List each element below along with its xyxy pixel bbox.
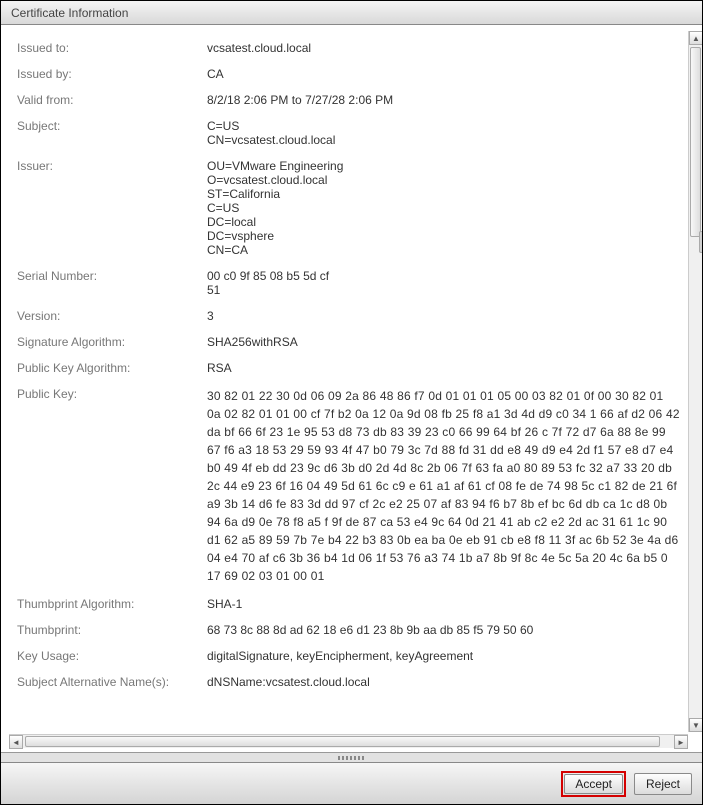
value-issuer: OU=VMware Engineering O=vcsatest.cloud.l… bbox=[207, 159, 680, 257]
row-issued-by: Issued by: CA bbox=[9, 61, 688, 87]
value-valid-from: 8/2/18 2:06 PM to 7/27/28 2:06 PM bbox=[207, 93, 680, 107]
label-subject: Subject: bbox=[17, 119, 207, 133]
row-issuer: Issuer: OU=VMware Engineering O=vcsatest… bbox=[9, 153, 688, 263]
value-serial: 00 c0 9f 85 08 b5 5d cf 51 bbox=[207, 269, 680, 297]
vertical-scroll-thumb[interactable] bbox=[690, 47, 701, 237]
label-sigalg: Signature Algorithm: bbox=[17, 335, 207, 349]
accept-highlight: Accept bbox=[561, 771, 626, 797]
label-issuer: Issuer: bbox=[17, 159, 207, 173]
resize-separator[interactable] bbox=[1, 752, 702, 762]
label-pkalg: Public Key Algorithm: bbox=[17, 361, 207, 375]
label-thumb: Thumbprint: bbox=[17, 623, 207, 637]
value-thumb: 68 73 8c 88 8d ad 62 18 e6 d1 23 8b 9b a… bbox=[207, 623, 680, 637]
scroll-right-icon[interactable]: ► bbox=[674, 735, 688, 749]
row-thumbalg: Thumbprint Algorithm: SHA-1 bbox=[9, 591, 688, 617]
horizontal-scrollbar[interactable]: ◄ ► bbox=[9, 734, 688, 748]
row-valid-from: Valid from: 8/2/18 2:06 PM to 7/27/28 2:… bbox=[9, 87, 688, 113]
value-pkalg: RSA bbox=[207, 361, 680, 375]
row-issued-to: Issued to: vcsatest.cloud.local bbox=[9, 35, 688, 61]
row-thumb: Thumbprint: 68 73 8c 88 8d ad 62 18 e6 d… bbox=[9, 617, 688, 643]
scroll-nub[interactable] bbox=[699, 231, 702, 253]
row-san: Subject Alternative Name(s): dNSName:vcs… bbox=[9, 669, 688, 695]
certificate-info-dialog: Certificate Information Issued to: vcsat… bbox=[0, 0, 703, 805]
label-issued-to: Issued to: bbox=[17, 41, 207, 55]
row-version: Version: 3 bbox=[9, 303, 688, 329]
label-serial: Serial Number: bbox=[17, 269, 207, 283]
horizontal-scroll-thumb[interactable] bbox=[25, 736, 660, 747]
label-thumbalg: Thumbprint Algorithm: bbox=[17, 597, 207, 611]
row-pk: Public Key: 30 82 01 22 30 0d 06 09 2a 8… bbox=[9, 381, 688, 591]
label-san: Subject Alternative Name(s): bbox=[17, 675, 207, 689]
value-san: dNSName:vcsatest.cloud.local bbox=[207, 675, 680, 689]
row-serial: Serial Number: 00 c0 9f 85 08 b5 5d cf 5… bbox=[9, 263, 688, 303]
scroll-down-icon[interactable]: ▼ bbox=[689, 718, 702, 732]
label-pk: Public Key: bbox=[17, 387, 207, 401]
value-issued-by: CA bbox=[207, 67, 680, 81]
row-sigalg: Signature Algorithm: SHA256withRSA bbox=[9, 329, 688, 355]
row-keyusage: Key Usage: digitalSignature, keyEncipher… bbox=[9, 643, 688, 669]
value-version: 3 bbox=[207, 309, 680, 323]
row-pkalg: Public Key Algorithm: RSA bbox=[9, 355, 688, 381]
scroll-left-icon[interactable]: ◄ bbox=[9, 735, 23, 749]
value-pk: 30 82 01 22 30 0d 06 09 2a 86 48 86 f7 0… bbox=[207, 387, 680, 585]
accept-button[interactable]: Accept bbox=[564, 774, 623, 794]
label-issued-by: Issued by: bbox=[17, 67, 207, 81]
reject-button[interactable]: Reject bbox=[634, 773, 692, 795]
vertical-scrollbar[interactable]: ▲ ▼ bbox=[688, 31, 702, 732]
scroll-up-icon[interactable]: ▲ bbox=[689, 31, 702, 45]
value-subject: C=US CN=vcsatest.cloud.local bbox=[207, 119, 680, 147]
dialog-body: Issued to: vcsatest.cloud.local Issued b… bbox=[1, 25, 702, 752]
dialog-footer: Accept Reject bbox=[1, 762, 702, 804]
value-sigalg: SHA256withRSA bbox=[207, 335, 680, 349]
value-issued-to: vcsatest.cloud.local bbox=[207, 41, 680, 55]
row-subject: Subject: C=US CN=vcsatest.cloud.local bbox=[9, 113, 688, 153]
label-valid-from: Valid from: bbox=[17, 93, 207, 107]
dialog-titlebar[interactable]: Certificate Information bbox=[1, 1, 702, 25]
certificate-details: Issued to: vcsatest.cloud.local Issued b… bbox=[9, 31, 688, 732]
value-keyusage: digitalSignature, keyEncipherment, keyAg… bbox=[207, 649, 680, 663]
label-version: Version: bbox=[17, 309, 207, 323]
grip-icon bbox=[338, 756, 366, 760]
value-thumbalg: SHA-1 bbox=[207, 597, 680, 611]
label-keyusage: Key Usage: bbox=[17, 649, 207, 663]
dialog-title: Certificate Information bbox=[11, 6, 128, 20]
